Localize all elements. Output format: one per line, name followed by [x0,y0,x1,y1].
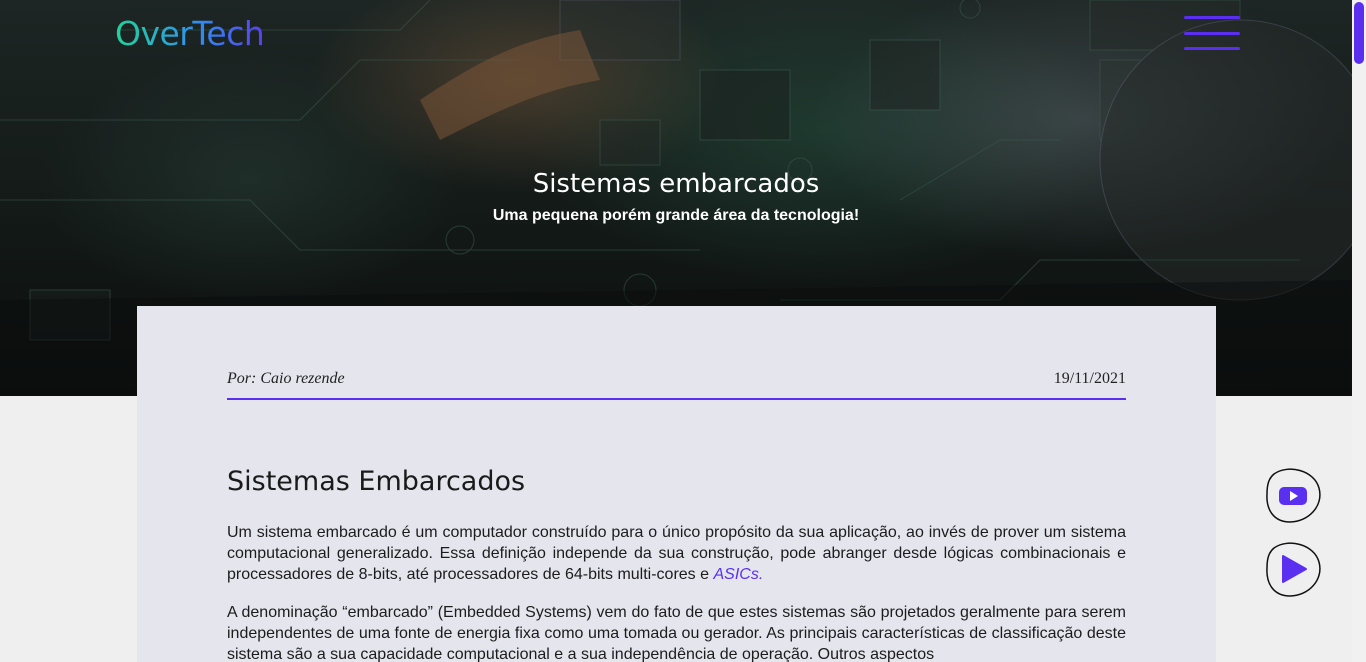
hero-subtitle: Uma pequena porém grande área da tecnolo… [492,207,860,224]
youtube-icon [1266,468,1321,523]
article-heading: Sistemas Embarcados [227,466,526,497]
asics-link[interactable]: ASICs. [713,566,763,583]
scrollbar[interactable] [1352,0,1366,662]
scrollbar-thumb[interactable] [1354,2,1364,64]
youtube-button[interactable] [1264,466,1322,524]
paragraph-1-text: Um sistema embarcado é um computador con… [227,524,1126,583]
play-button[interactable] [1264,540,1322,598]
menu-bar-middle [1184,32,1240,35]
hero-title: Sistemas embarcados [532,169,820,199]
menu-bar-top [1184,16,1240,19]
hamburger-menu-button[interactable] [1184,16,1240,52]
article-paragraph-1: Um sistema embarcado é um computador con… [227,522,1126,585]
article-date: 19/11/2021 [1053,370,1126,387]
article-paragraph-2: A denominação “embarcado” (Embedded Syst… [227,604,1126,662]
overtech-logo[interactable]: OverTech [115,14,265,53]
article-meta: Por: Caio rezende 19/11/2021 [227,368,1126,400]
article-author: Por: Caio rezende [227,370,345,387]
play-icon [1266,542,1321,597]
article-card: Por: Caio rezende 19/11/2021 Sistemas Em… [137,306,1216,662]
menu-bar-bottom [1184,47,1240,50]
